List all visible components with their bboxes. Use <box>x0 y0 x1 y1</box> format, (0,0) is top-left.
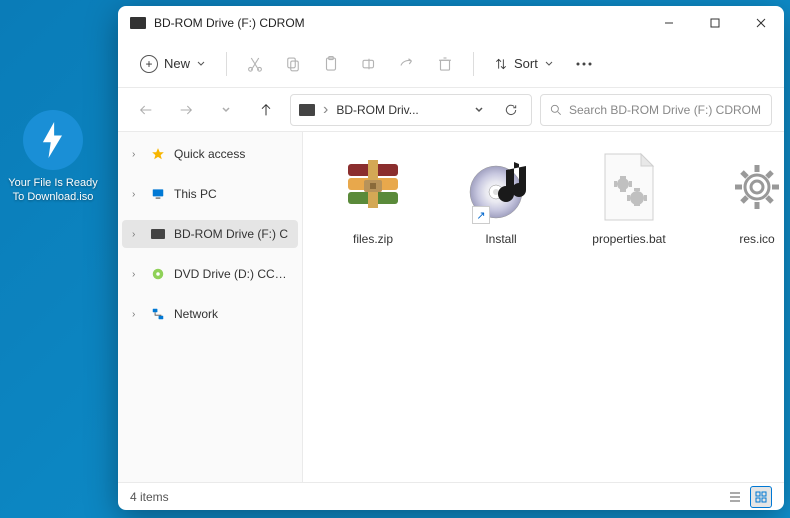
cut-button[interactable] <box>237 46 273 82</box>
file-label: properties.bat <box>592 232 665 246</box>
chevron-right-icon: › <box>132 189 142 200</box>
sidebar-item-bdrom-drive[interactable]: › BD-ROM Drive (F:) C <box>122 220 298 248</box>
file-item-ico[interactable]: res.ico <box>697 152 784 246</box>
paste-button[interactable] <box>313 46 349 82</box>
gear-icon <box>722 152 784 222</box>
pc-icon <box>150 186 166 202</box>
drive-icon <box>130 17 146 29</box>
dvd-icon <box>150 266 166 282</box>
chevron-right-icon: › <box>132 269 142 280</box>
sort-button[interactable]: Sort <box>484 50 564 77</box>
sort-icon <box>494 57 508 71</box>
view-icons-button[interactable] <box>750 486 772 508</box>
thunder-icon <box>23 110 83 170</box>
sidebar-item-dvd-drive[interactable]: › DVD Drive (D:) CCCC <box>122 260 298 288</box>
address-bar[interactable]: › BD-ROM Driv... <box>290 94 532 126</box>
file-grid: files.zip ↗ Install <box>303 132 784 482</box>
sidebar-item-label: This PC <box>174 187 288 201</box>
chevron-right-icon: › <box>132 309 142 320</box>
music-shortcut-icon: ↗ <box>466 152 536 222</box>
desktop-icon-iso[interactable]: Your File Is Ready To Download.iso <box>8 110 98 205</box>
chevron-right-icon: › <box>132 229 142 240</box>
minimize-button[interactable] <box>646 6 692 40</box>
file-label: files.zip <box>353 232 393 246</box>
sidebar: › Quick access › This PC › BD-ROM Drive … <box>118 132 303 482</box>
view-details-button[interactable] <box>724 486 746 508</box>
close-button[interactable] <box>738 6 784 40</box>
more-button[interactable] <box>566 46 602 82</box>
plus-icon: + <box>140 55 158 73</box>
breadcrumb-separator: › <box>323 101 328 119</box>
sort-label: Sort <box>514 56 538 71</box>
sidebar-item-network[interactable]: › Network <box>122 300 298 328</box>
sidebar-item-quick-access[interactable]: › Quick access <box>122 140 298 168</box>
search-icon <box>549 103 563 117</box>
status-text: 4 items <box>130 490 724 504</box>
main-area: › Quick access › This PC › BD-ROM Drive … <box>118 132 784 482</box>
recent-button[interactable] <box>210 94 242 126</box>
status-bar: 4 items <box>118 482 784 510</box>
desktop-icon-label: Your File Is Ready To Download.iso <box>8 176 98 205</box>
sidebar-item-label: BD-ROM Drive (F:) C <box>174 227 288 241</box>
shortcut-arrow-icon: ↗ <box>472 206 490 224</box>
window-title: BD-ROM Drive (F:) CDROM <box>154 16 646 30</box>
titlebar: BD-ROM Drive (F:) CDROM <box>118 6 784 40</box>
address-dropdown-button[interactable] <box>467 98 491 122</box>
back-button[interactable] <box>130 94 162 126</box>
file-item-bat[interactable]: properties.bat <box>569 152 689 246</box>
address-path: BD-ROM Driv... <box>336 103 459 117</box>
share-button[interactable] <box>389 46 425 82</box>
search-input[interactable] <box>569 103 763 117</box>
file-label: Install <box>485 232 516 246</box>
new-button[interactable]: + New <box>130 49 216 79</box>
rename-button[interactable] <box>351 46 387 82</box>
chevron-right-icon: › <box>132 149 142 160</box>
file-label: res.ico <box>739 232 774 246</box>
toolbar: + New <box>118 40 784 88</box>
separator <box>226 52 227 76</box>
new-label: New <box>164 56 190 71</box>
refresh-button[interactable] <box>499 98 523 122</box>
chevron-down-icon <box>196 59 206 69</box>
file-item-install[interactable]: ↗ Install <box>441 152 561 246</box>
explorer-window: BD-ROM Drive (F:) CDROM + New <box>118 6 784 510</box>
copy-button[interactable] <box>275 46 311 82</box>
search-box[interactable] <box>540 94 772 126</box>
drive-icon <box>299 104 315 116</box>
sidebar-item-label: Quick access <box>174 147 288 161</box>
up-button[interactable] <box>250 94 282 126</box>
network-icon <box>150 306 166 322</box>
disc-icon <box>150 226 166 242</box>
chevron-down-icon <box>544 59 554 69</box>
zip-icon <box>338 152 408 222</box>
bat-icon <box>594 152 664 222</box>
navbar: › BD-ROM Driv... <box>118 88 784 132</box>
separator <box>473 52 474 76</box>
sidebar-item-label: Network <box>174 307 288 321</box>
sidebar-item-label: DVD Drive (D:) CCCC <box>174 267 288 281</box>
maximize-button[interactable] <box>692 6 738 40</box>
forward-button[interactable] <box>170 94 202 126</box>
file-item-zip[interactable]: files.zip <box>313 152 433 246</box>
delete-button[interactable] <box>427 46 463 82</box>
sidebar-item-this-pc[interactable]: › This PC <box>122 180 298 208</box>
star-icon <box>150 146 166 162</box>
